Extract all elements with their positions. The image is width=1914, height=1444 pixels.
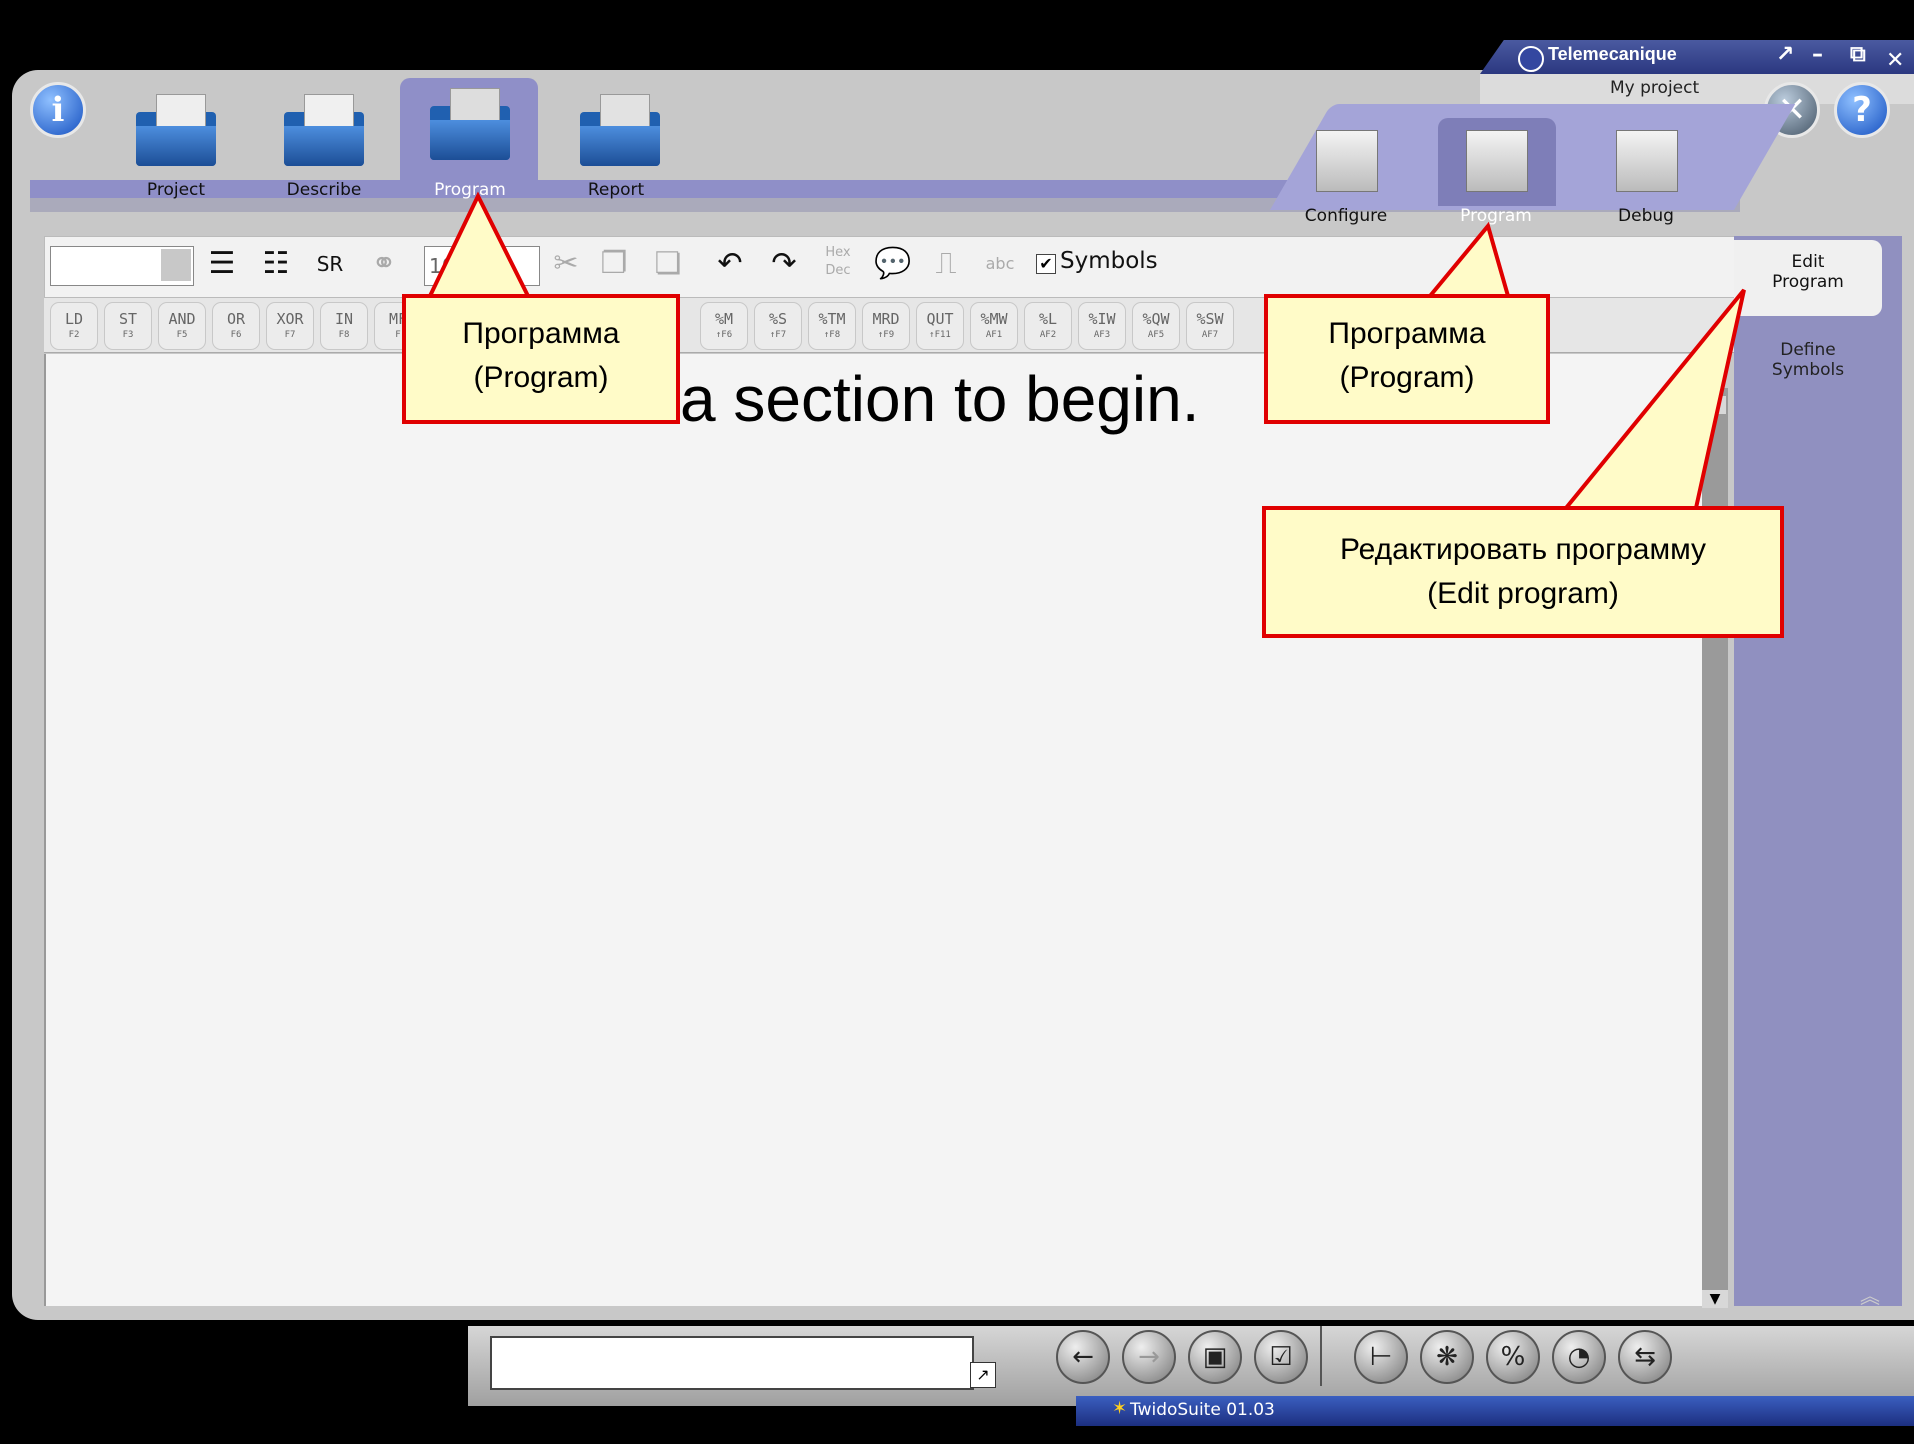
callout-edit-ru: Редактировать программу [1339, 533, 1707, 566]
callout-pointer-edit [1561, 288, 1746, 510]
callout-edit-en: (Edit program) [1427, 577, 1619, 610]
callout-program-top-ru: Программа [462, 317, 620, 350]
callout-pointer-program-sub [1425, 221, 1511, 298]
callout-program-top-en: (Program) [473, 361, 609, 394]
callout-program-sub: Программа (Program) [1264, 294, 1550, 424]
callout-edit-program: Редактировать программу (Edit program) [1262, 506, 1784, 638]
callout-program-top: Программа (Program) [402, 294, 680, 424]
callout-program-sub-ru: Программа [1328, 317, 1486, 350]
callout-program-sub-en: (Program) [1339, 361, 1475, 394]
callout-pointers [426, 191, 1746, 510]
callout-pointer-program-top [426, 191, 532, 298]
